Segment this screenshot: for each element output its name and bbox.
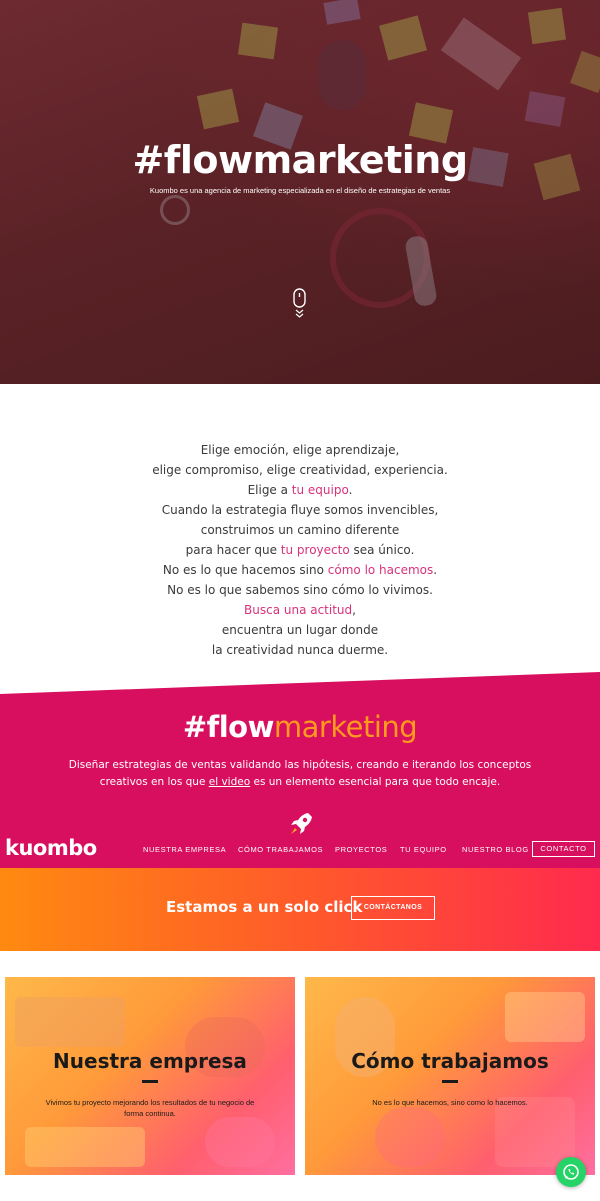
kuombo-logo[interactable]: kuombo [5, 836, 97, 860]
flowmarketing-heading: #flowmarketing [0, 710, 600, 744]
card-title: Nuestra empresa [53, 1049, 247, 1073]
card-divider [442, 1080, 458, 1083]
manifesto-text-part: . [348, 483, 353, 497]
tu-equipo-link[interactable]: tu equipo [292, 483, 349, 497]
manifesto-line: elige compromiso, elige creatividad, exp… [152, 463, 448, 477]
hero-title: #flowmarketing [132, 138, 468, 182]
card-background-photo [5, 977, 295, 1175]
description-part: creativos en los que [99, 775, 209, 788]
manifesto-line: Cuando la estrategia fluye somos invenci… [161, 503, 439, 517]
manifesto-text-part: Elige a [247, 483, 292, 497]
pink-description: Diseñar estrategias de ventas validando … [60, 757, 540, 790]
manifesto-line: Busca una actitud, [0, 600, 600, 620]
manifesto-line: Elige emoción, elige aprendizaje, [200, 443, 400, 457]
manifesto-text-part: No es lo que hacemos sino [162, 563, 328, 577]
card-divider [142, 1080, 158, 1083]
manifesto-line: la creatividad nunca duerme. [211, 643, 389, 657]
nav-como-trabajamos[interactable]: CÓMO TRABAJAMOS [238, 845, 323, 854]
busca-una-actitud-link[interactable]: Busca una actitud [244, 603, 352, 617]
manifesto-line: construimos un camino diferente [200, 523, 400, 537]
como-lo-hacemos-link[interactable]: cómo lo hacemos [328, 563, 434, 577]
manifesto-line: Elige a tu equipo. [0, 480, 600, 500]
card-text: Vivimos tu proyecto mejorando los result… [45, 1098, 255, 1118]
manifesto-line: No es lo que sabemos sino cómo lo vivimo… [167, 583, 433, 597]
card-como-trabajamos[interactable]: Cómo trabajamos No es lo que hacemos, si… [305, 977, 595, 1175]
cta-text: Estamos a un solo click [166, 898, 363, 916]
description-line: Diseñar estrategias de ventas validando … [68, 759, 532, 771]
manifesto-text-part: para hacer que [185, 543, 281, 557]
hero-subtitle: Kuombo es una agencia de marketing espec… [149, 186, 451, 195]
card-background-photo [305, 977, 595, 1175]
nav-nuestra-empresa[interactable]: NUESTRA EMPRESA [143, 845, 226, 854]
nav-nuestro-blog[interactable]: NUESTRO BLOG [462, 845, 529, 854]
heading-part-flow: #flow [182, 710, 275, 744]
description-line: creativos en los que el video es un elem… [60, 774, 540, 791]
el-video-link[interactable]: el video [209, 776, 250, 788]
tu-proyecto-link[interactable]: tu proyecto [281, 543, 350, 557]
card-text: No es lo que hacemos, sino como lo hacem… [372, 1098, 528, 1107]
manifesto-line: para hacer que tu proyecto sea único. [0, 540, 600, 560]
manifesto-text: Elige emoción, elige aprendizaje, elige … [0, 440, 600, 660]
description-part: es un elemento esencial para que todo en… [250, 775, 501, 788]
mouse-scroll-icon[interactable] [292, 288, 308, 325]
hero-banner: #flowmarketing Kuombo es una agencia de … [0, 0, 600, 384]
card-nuestra-empresa[interactable]: Nuestra empresa Vivimos tu proyecto mejo… [5, 977, 295, 1175]
nav-tu-equipo[interactable]: TU EQUIPO [400, 845, 447, 854]
manifesto-line: encuentra un lugar donde [221, 623, 379, 637]
manifesto-line: No es lo que hacemos sino cómo lo hacemo… [0, 560, 600, 580]
manifesto-text-part: . [433, 563, 438, 577]
whatsapp-icon[interactable] [556, 1157, 586, 1187]
manifesto-text-part: sea único. [349, 543, 415, 557]
heading-part-marketing: marketing [273, 710, 418, 744]
nav-contacto-button[interactable]: CONTACTO [532, 841, 595, 857]
card-title: Cómo trabajamos [351, 1049, 549, 1073]
nav-proyectos[interactable]: PROYECTOS [335, 845, 387, 854]
rocket-icon [286, 809, 316, 844]
manifesto-text-part: , [352, 603, 356, 617]
contactanos-button[interactable]: CONTÁCTANOS [351, 896, 435, 920]
